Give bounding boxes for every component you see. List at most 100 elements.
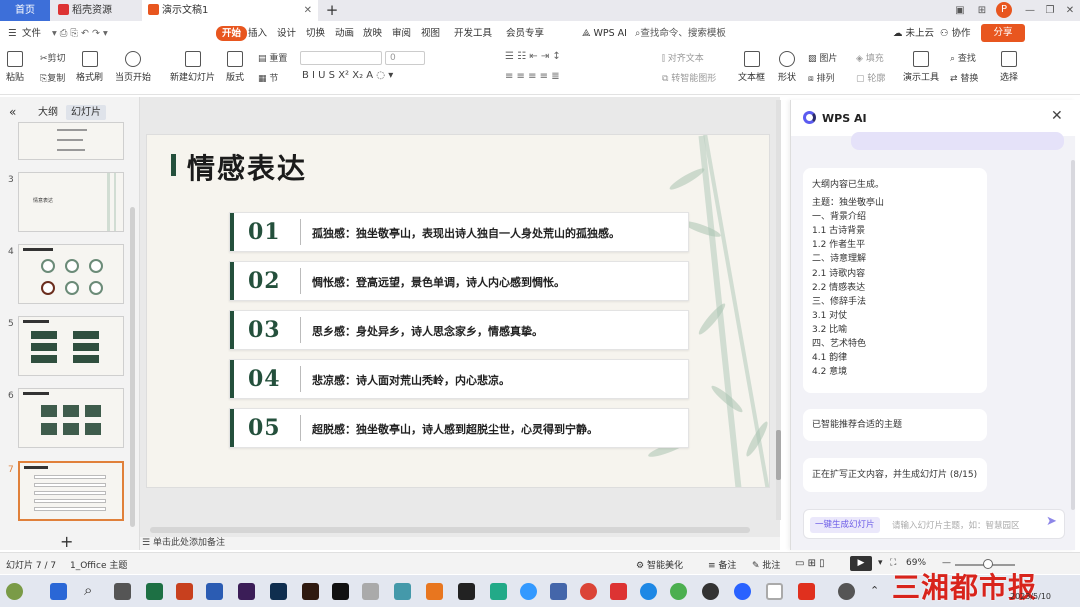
format-painter-button[interactable]: 格式刷 bbox=[76, 51, 103, 83]
capcut-icon[interactable] bbox=[332, 583, 349, 600]
minimize-button[interactable]: — bbox=[1020, 0, 1040, 21]
menu-file[interactable]: 文件 bbox=[22, 26, 41, 41]
menu-start[interactable]: 开始 bbox=[216, 26, 248, 41]
search-taskbar-icon[interactable]: ⌕ bbox=[84, 581, 101, 599]
app-icon[interactable] bbox=[490, 583, 507, 600]
font-name-combo[interactable] bbox=[300, 51, 382, 65]
hamburger-icon[interactable]: ☰ bbox=[8, 26, 17, 41]
illustrator-icon[interactable] bbox=[302, 583, 319, 600]
slide-title[interactable]: 情感表达 bbox=[187, 147, 307, 187]
restore-button[interactable]: ❐ bbox=[1040, 0, 1060, 21]
list-item[interactable]: 04 悲凉感：诗人面对荒山秃岭，内心悲凉。 bbox=[229, 359, 689, 399]
play-dropdown-icon[interactable]: ▾ bbox=[878, 558, 883, 568]
start-show-button[interactable]: 当页开始 bbox=[115, 51, 151, 83]
menu-devtools[interactable]: 开发工具 bbox=[454, 26, 492, 41]
new-tab-button[interactable]: + bbox=[322, 0, 342, 21]
list-item[interactable]: 05 超脱感：独坐敬亭山，诗人感到超脱尘世，心灵得到宁静。 bbox=[229, 408, 689, 448]
menu-slideshow[interactable]: 放映 bbox=[363, 26, 382, 41]
beautify-button[interactable]: ⚙ 智能美化 bbox=[636, 558, 683, 571]
layout-icon[interactable]: ▣ bbox=[950, 0, 970, 21]
tray-expand-icon[interactable]: ⌃ bbox=[870, 584, 887, 601]
slide-thumb-2[interactable] bbox=[18, 122, 124, 160]
arrange-button[interactable]: ⧈ 排列 bbox=[808, 71, 835, 84]
fill-button[interactable]: ◈ 填充 bbox=[856, 51, 884, 64]
wps-icon[interactable] bbox=[798, 583, 815, 600]
menu-review[interactable]: 审阅 bbox=[392, 26, 411, 41]
paragraph-align-icons[interactable]: ≡ ≡ ≡ ≡ ≣ bbox=[505, 71, 560, 82]
ai-input-placeholder[interactable]: 请输入幻灯片主题，如：智慧园区 bbox=[892, 519, 1020, 531]
app-icon[interactable] bbox=[550, 583, 567, 600]
start-icon[interactable] bbox=[50, 583, 67, 600]
menu-transition[interactable]: 切换 bbox=[306, 26, 325, 41]
ai-input-box[interactable]: 一键生成幻灯片 请输入幻灯片主题，如：智慧园区 ➤ bbox=[803, 509, 1065, 539]
comment-toggle[interactable]: ✎ 批注 bbox=[752, 558, 780, 571]
close-icon[interactable]: ✕ bbox=[1051, 108, 1063, 124]
task-view-icon[interactable] bbox=[114, 583, 131, 600]
app-icon[interactable] bbox=[520, 583, 537, 600]
app-icon[interactable] bbox=[394, 583, 411, 600]
font-style-buttons[interactable]: B I U S X² X₂ A ◌ ▾ bbox=[302, 70, 393, 81]
view-mode-icons[interactable]: ▭ ⊞ ▯ bbox=[795, 558, 825, 569]
tab-slides[interactable]: 幻灯片 bbox=[66, 105, 106, 120]
avatar[interactable]: P bbox=[996, 2, 1012, 18]
generate-slides-button[interactable]: 一键生成幻灯片 bbox=[810, 517, 880, 533]
collapse-panel-icon[interactable]: « bbox=[4, 105, 21, 120]
send-icon[interactable]: ➤ bbox=[1046, 514, 1057, 529]
copy-button[interactable]: ⎘复制 bbox=[40, 71, 65, 84]
excel-icon[interactable] bbox=[146, 583, 163, 600]
select-button[interactable]: 选择 bbox=[1000, 51, 1018, 83]
wechat-icon[interactable] bbox=[670, 583, 687, 600]
close-window-button[interactable]: ✕ bbox=[1060, 0, 1080, 21]
list-item[interactable]: 01 孤独感：独坐敬亭山，表现出诗人独自一人身处荒山的孤独感。 bbox=[229, 212, 689, 252]
collab-button[interactable]: ⚇ 协作 bbox=[940, 26, 971, 41]
app-icon[interactable] bbox=[610, 583, 627, 600]
font-size-combo[interactable]: 0 bbox=[385, 51, 425, 65]
textbox-button[interactable]: 文本框 bbox=[738, 51, 765, 83]
slide-thumb-7[interactable] bbox=[18, 461, 124, 521]
slide-thumb-5[interactable] bbox=[18, 316, 124, 376]
list-item[interactable]: 03 思乡感：身处异乡，诗人思念家乡，情感真挚。 bbox=[229, 310, 689, 350]
slide-thumb-3[interactable]: 情意表达 bbox=[18, 172, 124, 232]
vertical-scrollbar-thumb[interactable] bbox=[776, 430, 781, 480]
panel-scrollbar[interactable] bbox=[130, 207, 135, 527]
qq-icon[interactable] bbox=[702, 583, 719, 600]
premiere-icon[interactable] bbox=[238, 583, 255, 600]
tab-document[interactable]: 演示文稿1 ✕ bbox=[142, 0, 318, 21]
add-slide-button[interactable]: + bbox=[60, 532, 73, 551]
cut-button[interactable]: ✂剪切 bbox=[40, 51, 66, 64]
app-icon[interactable] bbox=[362, 583, 379, 600]
app-icon[interactable] bbox=[426, 583, 443, 600]
present-tools-button[interactable]: 演示工具 bbox=[903, 51, 939, 83]
theme-name[interactable]: 1_Office 主题 bbox=[70, 558, 127, 571]
play-slideshow-button[interactable]: ▶ bbox=[850, 556, 872, 571]
menu-member[interactable]: 会员专享 bbox=[506, 26, 544, 41]
replace-button[interactable]: ⇄ 替换 bbox=[950, 71, 978, 84]
notes-toggle[interactable]: ≡ 备注 bbox=[708, 558, 736, 571]
app-icon[interactable] bbox=[838, 583, 855, 600]
search-command[interactable]: ⌕查找命令、搜索模板 bbox=[635, 26, 726, 41]
close-tab-icon[interactable]: ✕ bbox=[304, 0, 312, 21]
tab-outline[interactable]: 大纲 bbox=[33, 105, 63, 120]
slide-thumb-4[interactable] bbox=[18, 244, 124, 304]
grid-icon[interactable]: ⊞ bbox=[972, 0, 992, 21]
align-text-button[interactable]: ⫿ 对齐文本 bbox=[662, 51, 704, 64]
powerpoint-icon[interactable] bbox=[176, 583, 193, 600]
tab-home[interactable]: 首页 bbox=[0, 0, 50, 21]
reset-button[interactable]: ▤ 重置 bbox=[258, 51, 287, 64]
section-button[interactable]: ▦ 节 bbox=[258, 71, 278, 84]
menu-design[interactable]: 设计 bbox=[277, 26, 296, 41]
slide-thumb-6[interactable] bbox=[18, 388, 124, 448]
layout-button[interactable]: 版式 bbox=[226, 51, 244, 83]
paste-button[interactable]: 粘贴 bbox=[6, 51, 24, 83]
quick-access-icons[interactable]: ▾ ⎙ ⎘ ↶ ↷ ▾ bbox=[52, 26, 108, 41]
horizontal-scrollbar[interactable] bbox=[150, 527, 750, 533]
app-icon[interactable] bbox=[766, 583, 783, 600]
menu-insert[interactable]: 插入 bbox=[248, 26, 267, 41]
new-slide-button[interactable]: 新建幻灯片 bbox=[170, 51, 215, 83]
find-button[interactable]: ⌕ 查找 bbox=[950, 51, 976, 64]
cloud-status[interactable]: ☁ 未上云 bbox=[893, 26, 934, 41]
word-icon[interactable] bbox=[206, 583, 223, 600]
slide-7[interactable]: 情感表达 01 孤独感：独坐敬亭山，表现出诗人独自一人身处荒山的孤独感。 02 … bbox=[146, 134, 770, 488]
share-button[interactable]: 分享 bbox=[981, 24, 1025, 42]
app-icon[interactable] bbox=[734, 583, 751, 600]
